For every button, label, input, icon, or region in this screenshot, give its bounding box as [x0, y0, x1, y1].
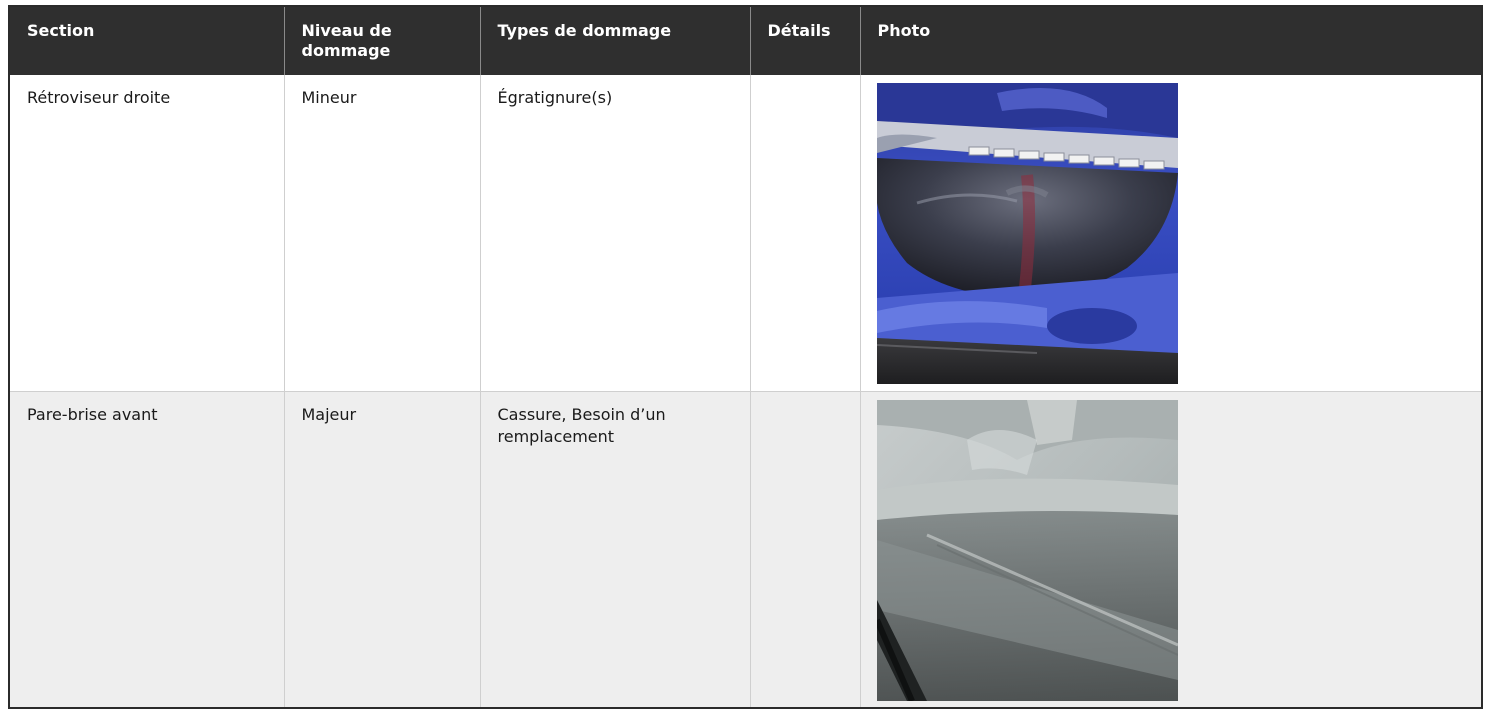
windshield-photo[interactable]: [876, 399, 1178, 701]
table-row: Rétroviseur droite Mineur Égratignure(s): [10, 75, 1481, 391]
cell-details: [750, 391, 861, 707]
cell-damage-level: Majeur: [284, 391, 481, 707]
table-header-row: Section Niveau de dommage Types de domma…: [10, 7, 1481, 75]
cell-damage-level: Mineur: [284, 75, 481, 391]
cell-details: [750, 75, 861, 391]
cell-damage-types: Égratignure(s): [480, 75, 751, 391]
damage-report-table: Section Niveau de dommage Types de domma…: [10, 7, 1481, 707]
cell-photo: [860, 75, 1481, 391]
header-photo: Photo: [860, 7, 1481, 75]
damage-report-table-container: Section Niveau de dommage Types de domma…: [8, 5, 1483, 709]
cell-damage-types: Cassure, Besoin d’un remplacement: [480, 391, 751, 707]
header-details: Détails: [750, 7, 861, 75]
header-damage-types: Types de dommage: [480, 7, 751, 75]
cell-section: Pare-brise avant: [10, 391, 285, 707]
cell-section: Rétroviseur droite: [10, 75, 285, 391]
cell-photo: [860, 391, 1481, 707]
table-row: Pare-brise avant Majeur Cassure, Besoin …: [10, 391, 1481, 707]
header-section: Section: [10, 7, 285, 75]
header-damage-level: Niveau de dommage: [284, 7, 481, 75]
side-mirror-photo[interactable]: [876, 83, 1178, 384]
